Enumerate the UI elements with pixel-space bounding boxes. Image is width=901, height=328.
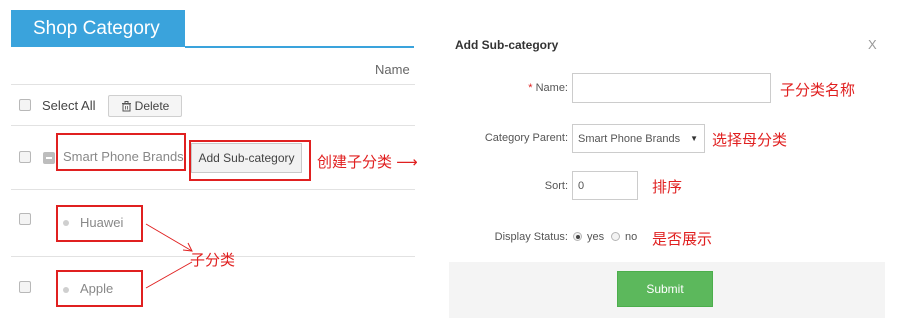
category-parent-select[interactable]: Smart Phone Brands ▼ xyxy=(572,124,705,153)
sort-label: Sort: xyxy=(544,180,568,192)
submit-button[interactable]: Submit xyxy=(617,271,713,307)
display-status-label: Display Status: xyxy=(494,231,568,243)
annotation-parent-hint: 选择母分类 xyxy=(712,132,788,149)
category-parent-label: Category Parent: xyxy=(484,132,568,144)
name-label: * Name: xyxy=(470,82,568,94)
display-yes-label: yes xyxy=(587,231,605,243)
annotation-display-hint: 是否展示 xyxy=(652,231,713,248)
annotation-name-hint: 子分类名称 xyxy=(780,82,856,99)
display-yes-radio[interactable] xyxy=(573,232,582,241)
annotation-sort-hint: 排序 xyxy=(652,179,683,196)
category-parent-value: Smart Phone Brands xyxy=(578,132,681,145)
caret-down-icon: ▼ xyxy=(690,134,698,143)
display-no-radio[interactable] xyxy=(611,232,620,241)
name-label-text: Name: xyxy=(535,82,568,94)
close-icon[interactable]: X xyxy=(868,37,877,52)
modal-title: Add Sub-category xyxy=(455,38,559,52)
name-input[interactable] xyxy=(572,73,771,103)
display-no-label: no xyxy=(625,231,638,243)
required-marker: * xyxy=(528,82,533,94)
sort-input[interactable]: 0 xyxy=(572,171,638,200)
